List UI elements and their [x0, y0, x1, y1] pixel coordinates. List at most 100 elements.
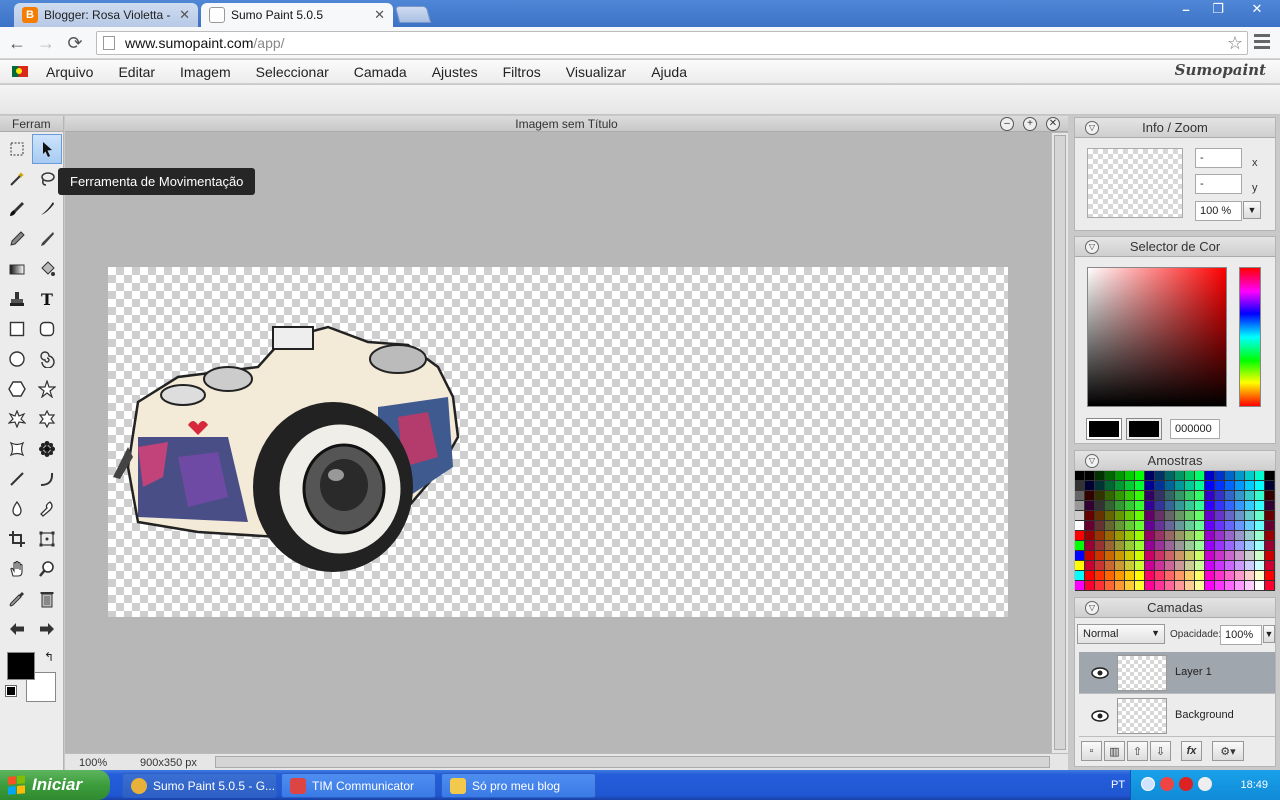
curve-tool[interactable] — [32, 464, 62, 494]
color-swatch[interactable] — [1225, 531, 1235, 541]
minimize-icon[interactable]: – — [1170, 0, 1202, 18]
color-swatch[interactable] — [1245, 521, 1255, 531]
color-swatch[interactable] — [1135, 511, 1145, 521]
color-swatch[interactable] — [1265, 581, 1275, 591]
opacity-dropdown-icon[interactable]: ▼ — [1263, 625, 1275, 643]
color-swatch[interactable] — [1265, 561, 1275, 571]
color-swatch[interactable] — [1225, 491, 1235, 501]
color-swatch[interactable] — [1265, 511, 1275, 521]
color-swatch[interactable] — [1245, 501, 1255, 511]
color-swatch[interactable] — [1255, 561, 1265, 571]
zoom-tool[interactable] — [32, 554, 62, 584]
color-swatch[interactable] — [1135, 531, 1145, 541]
color-swatch[interactable] — [1235, 521, 1245, 531]
color-swatch[interactable] — [1155, 471, 1165, 481]
color-swatch[interactable] — [1215, 521, 1225, 531]
visibility-eye-icon[interactable] — [1091, 667, 1109, 679]
color-swatch[interactable] — [1095, 471, 1105, 481]
color-swatch[interactable] — [1175, 561, 1185, 571]
color-swatch[interactable] — [1165, 481, 1175, 491]
fine-brush-tool[interactable] — [32, 224, 62, 254]
color-swatch[interactable] — [1235, 531, 1245, 541]
collapse-panel-icon[interactable]: ▽ — [1085, 240, 1099, 254]
color-swatch[interactable] — [1095, 561, 1105, 571]
color-swatch[interactable] — [1085, 541, 1095, 551]
brush-tool[interactable] — [2, 194, 32, 224]
move-arrow-tool[interactable] — [32, 134, 62, 164]
color-swatch[interactable] — [1215, 571, 1225, 581]
layer-effects-icon[interactable]: fx — [1181, 741, 1202, 761]
color-swatch[interactable] — [1265, 531, 1275, 541]
color-swatch[interactable] — [1125, 471, 1135, 481]
layer-row[interactable]: Layer 1 — [1079, 652, 1275, 694]
color-swatch[interactable] — [1085, 581, 1095, 591]
gradient-tool[interactable] — [2, 254, 32, 284]
color-swatch[interactable] — [1235, 501, 1245, 511]
browser-menu-icon[interactable] — [1254, 34, 1270, 52]
color-swatch[interactable] — [1255, 471, 1265, 481]
blur-drop-tool[interactable] — [2, 494, 32, 524]
color-swatch[interactable] — [1205, 521, 1215, 531]
color-swatch[interactable] — [1205, 571, 1215, 581]
color-swatch[interactable] — [1175, 501, 1185, 511]
color-swatch[interactable] — [1195, 571, 1205, 581]
color-swatch[interactable] — [1255, 521, 1265, 531]
color-swatch[interactable] — [1155, 491, 1165, 501]
color-swatch[interactable] — [1185, 521, 1195, 531]
color-swatch[interactable] — [1075, 561, 1085, 571]
paint-bucket-tool[interactable] — [32, 254, 62, 284]
color-swatch[interactable] — [1255, 551, 1265, 561]
color-swatch[interactable] — [1115, 561, 1125, 571]
color-swatch[interactable] — [1135, 551, 1145, 561]
color-swatch[interactable] — [1165, 491, 1175, 501]
color-swatch[interactable] — [1095, 491, 1105, 501]
color-swatch[interactable] — [1265, 551, 1275, 561]
transform-tool[interactable] — [32, 524, 62, 554]
color-swatch[interactable] — [1155, 581, 1165, 591]
color-swatch[interactable] — [1225, 471, 1235, 481]
close-window-icon[interactable]: ✕ — [1234, 0, 1280, 18]
color-swatch[interactable] — [1205, 581, 1215, 591]
color-swatch[interactable] — [1215, 491, 1225, 501]
color-swatch[interactable] — [1215, 481, 1225, 491]
color-swatch[interactable] — [1075, 481, 1085, 491]
color-swatch[interactable] — [1075, 501, 1085, 511]
browser-tab-blogger[interactable]: B Blogger: Rosa Violetta - Criar ✕ — [14, 3, 198, 27]
hand-tool[interactable] — [2, 554, 32, 584]
color-swatch[interactable] — [1235, 561, 1245, 571]
color-swatch[interactable] — [1185, 571, 1195, 581]
color-swatch[interactable] — [1255, 491, 1265, 501]
color-swatch[interactable] — [1225, 571, 1235, 581]
color-swatch[interactable] — [1095, 531, 1105, 541]
color-swatch[interactable] — [1195, 481, 1205, 491]
tray-expand-icon[interactable] — [1141, 777, 1155, 791]
color-swatch[interactable] — [1235, 541, 1245, 551]
color-swatch[interactable] — [1225, 501, 1235, 511]
color-swatch[interactable] — [1215, 581, 1225, 591]
color-swatch[interactable] — [1165, 541, 1175, 551]
color-swatch[interactable] — [1265, 491, 1275, 501]
color-swatch[interactable] — [1225, 561, 1235, 571]
color-swatch[interactable] — [1165, 571, 1175, 581]
color-swatch[interactable] — [1095, 581, 1105, 591]
rectangular-marquee-tool[interactable] — [2, 134, 32, 164]
color-swatch[interactable] — [1235, 511, 1245, 521]
color-swatch[interactable] — [1175, 491, 1185, 501]
layer-row[interactable]: Background — [1079, 695, 1275, 737]
color-swatch[interactable] — [1075, 571, 1085, 581]
color-swatch[interactable] — [1105, 471, 1115, 481]
color-swatch[interactable] — [1135, 471, 1145, 481]
color-swatch[interactable] — [1255, 531, 1265, 541]
color-swatch[interactable] — [1125, 491, 1135, 501]
color-swatch[interactable] — [1085, 481, 1095, 491]
color-swatch[interactable] — [1155, 521, 1165, 531]
color-swatch[interactable] — [1095, 501, 1105, 511]
color-swatch[interactable] — [1165, 471, 1175, 481]
color-swatch[interactable] — [1255, 581, 1265, 591]
color-swatch[interactable] — [1155, 501, 1165, 511]
color-swatch[interactable] — [1235, 581, 1245, 591]
undo-arrow-tool[interactable] — [2, 614, 32, 644]
color-swatch[interactable] — [1255, 481, 1265, 491]
color-swatch[interactable] — [1115, 481, 1125, 491]
color-swatch[interactable] — [1185, 481, 1195, 491]
